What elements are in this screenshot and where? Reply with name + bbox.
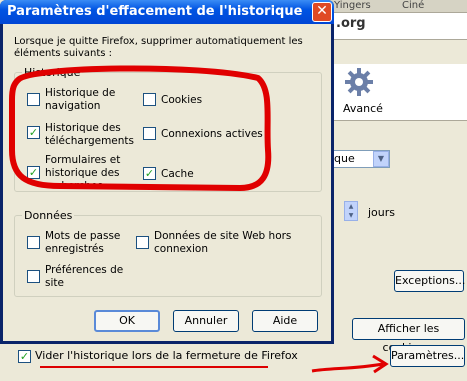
red-annotation-overlay <box>9 65 389 374</box>
annotation-arrow <box>311 362 384 373</box>
annotation-circle <box>9 65 272 191</box>
